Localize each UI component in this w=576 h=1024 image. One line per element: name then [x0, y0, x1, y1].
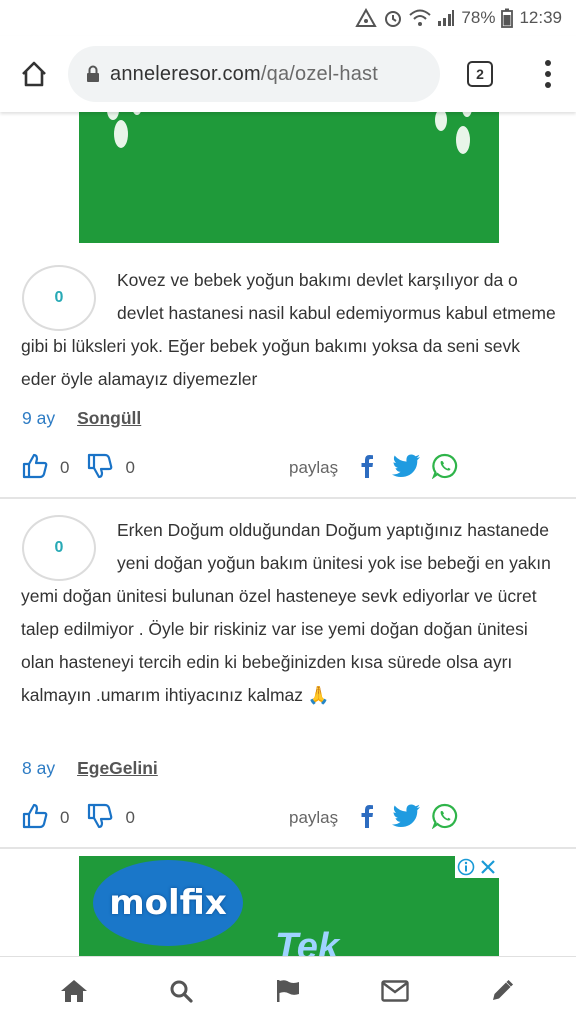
ad-banner-top[interactable] [79, 112, 499, 243]
dislike-count: 0 [125, 808, 135, 827]
nav-write-button[interactable] [472, 961, 532, 1021]
nav-search-button[interactable] [151, 961, 211, 1021]
comment-author-link[interactable]: Songüll [77, 408, 141, 429]
comment-divider [0, 847, 576, 849]
mail-icon [381, 979, 409, 1002]
browser-toolbar: anneleresor.com/qa/ozel-hast 2 [0, 36, 576, 112]
dislike-count: 0 [125, 458, 135, 477]
share-label: paylaş [289, 808, 339, 827]
thumbs-down-icon[interactable] [87, 803, 113, 834]
comment-avatar-space [21, 514, 117, 580]
comment-age: 8 ay [22, 758, 56, 778]
footprints-graphic [107, 112, 472, 154]
browser-home-button[interactable] [0, 36, 68, 112]
nav-home-button[interactable] [44, 961, 104, 1021]
like-count: 0 [60, 808, 70, 827]
comment-divider [0, 497, 576, 499]
flag-icon [276, 979, 299, 1002]
home-icon [60, 979, 87, 1002]
browser-menu-button[interactable] [520, 36, 576, 112]
comment-author-link[interactable]: EgeGelini [77, 758, 158, 779]
comment-actions: 0 0 paylaş [22, 803, 576, 833]
signal-icon [437, 9, 455, 27]
ad-controls [455, 856, 499, 878]
thumbs-up-icon[interactable] [22, 453, 48, 484]
facebook-icon[interactable] [360, 454, 374, 483]
thumbs-down-icon[interactable] [87, 453, 113, 484]
alarm-icon [383, 8, 403, 28]
nfc-icon [355, 8, 378, 28]
thumbs-up-icon[interactable] [22, 803, 48, 834]
comment-meta: 9 ay Songüll [22, 408, 141, 429]
comment-body: Kovez ve bebek yoğun bakımı devlet karşı… [21, 264, 558, 396]
comment-actions: 0 0 paylaş [22, 453, 576, 483]
home-outline-icon [22, 61, 46, 87]
lock-icon [87, 65, 99, 82]
whatsapp-icon[interactable] [431, 453, 458, 484]
clock: 12:39 [519, 8, 562, 27]
tab-count: 2 [467, 61, 493, 87]
wifi-icon [409, 9, 432, 27]
address-bar[interactable]: anneleresor.com/qa/ozel-hast [68, 46, 440, 102]
nav-messages-button[interactable] [365, 961, 425, 1021]
bottom-navigation [0, 956, 576, 1024]
comment-age: 9 ay [22, 408, 56, 428]
ad-tagline: Tek [275, 926, 340, 956]
battery-icon [501, 8, 514, 28]
comment-avatar-space [21, 264, 117, 330]
ad-close-icon[interactable] [477, 856, 499, 878]
ad-brand: molfix [109, 883, 227, 923]
menu-dot [545, 71, 551, 77]
like-count: 0 [60, 458, 70, 477]
battery-percent: 78% [461, 8, 496, 27]
menu-dot [545, 82, 551, 88]
tabs-button[interactable]: 2 [440, 36, 520, 112]
molfix-logo: molfix [93, 860, 243, 946]
comment-body: Erken Doğum olduğundan Doğum yaptığınız … [21, 514, 558, 712]
search-icon [170, 980, 193, 1003]
share-label: paylaş [289, 458, 339, 477]
url-path: /qa/ozel-hast [260, 62, 378, 85]
url-text: anneleresor.com/qa/ozel-hast [110, 63, 378, 86]
pencil-icon [493, 979, 514, 1000]
status-bar: 78% 12:39 [0, 0, 576, 36]
ad-info-icon[interactable] [455, 856, 477, 878]
ad-banner-bottom[interactable]: molfix Tek [79, 856, 499, 956]
facebook-icon[interactable] [360, 804, 374, 833]
whatsapp-icon[interactable] [431, 803, 458, 834]
twitter-icon[interactable] [391, 454, 421, 483]
twitter-icon[interactable] [391, 804, 421, 833]
comment-meta: 8 ay EgeGelini [22, 758, 158, 779]
url-domain: anneleresor.com [110, 62, 261, 85]
menu-dot [545, 60, 551, 66]
nav-flag-button[interactable] [258, 961, 318, 1021]
